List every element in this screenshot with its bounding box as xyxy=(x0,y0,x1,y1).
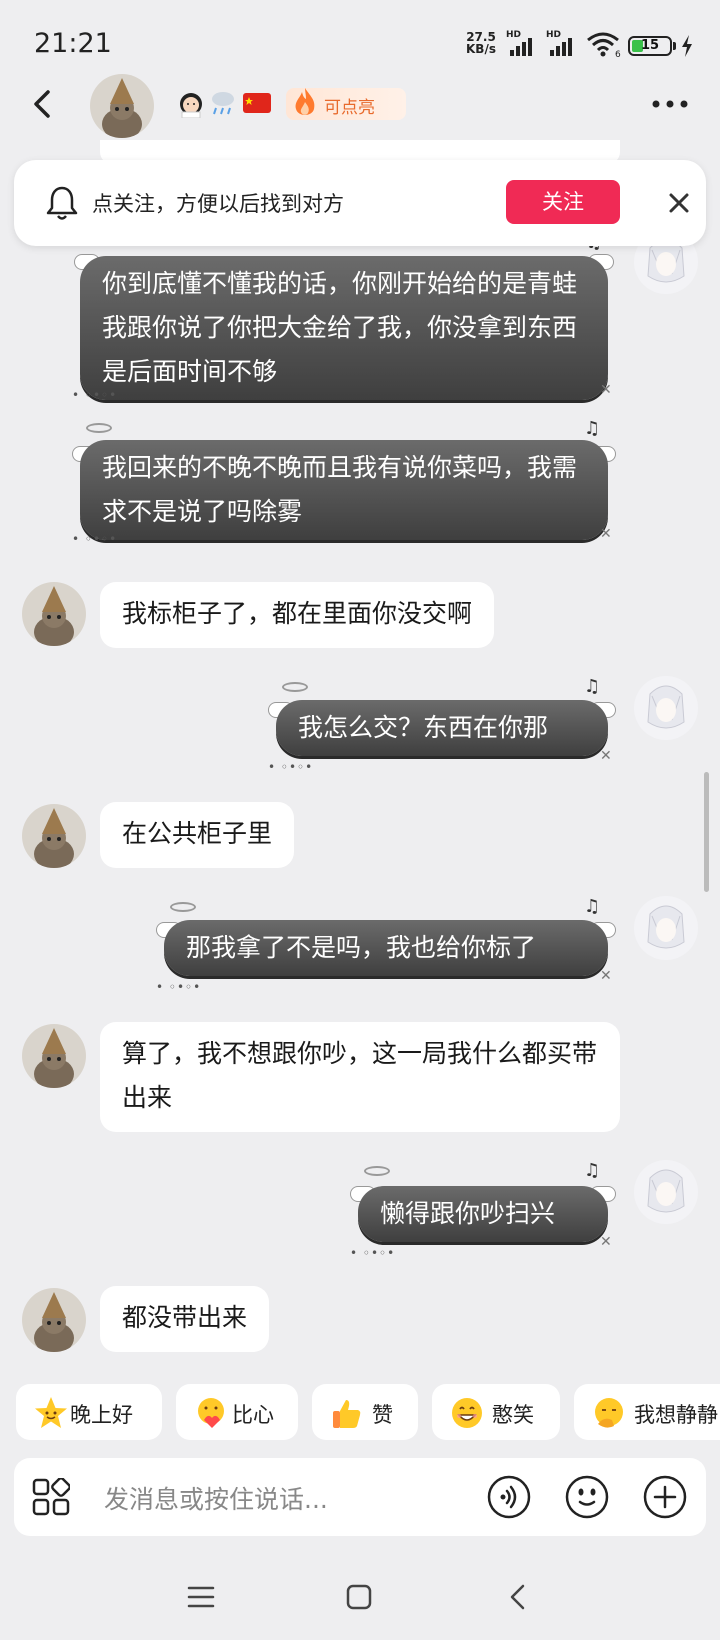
message-bubble-sent[interactable]: 那我拿了不是吗，我也给你标了 xyxy=(164,920,608,976)
back-button[interactable] xyxy=(26,86,62,122)
quick-reply-chip[interactable]: 比心 xyxy=(176,1384,298,1440)
follow-banner: 点关注，方便以后找到对方 关注 xyxy=(14,160,706,246)
plus-icon[interactable] xyxy=(642,1474,688,1520)
woman-icon xyxy=(180,93,202,118)
quick-reply-label: 憨笑 xyxy=(492,1403,534,1427)
voice-icon[interactable] xyxy=(486,1474,532,1520)
contact-avatar[interactable] xyxy=(90,74,154,138)
network-speed-unit: KB/s xyxy=(466,42,496,56)
status-bar: 21:21 27.5 KB/s HD HD 6 15 xyxy=(0,0,720,80)
quick-reply-chip[interactable]: 赞 xyxy=(312,1384,418,1440)
clock: 21:21 xyxy=(34,28,112,59)
halo-icon xyxy=(282,682,308,692)
wifi-icon: 6 xyxy=(587,32,621,58)
quick-reply-chip[interactable]: 我想静静 xyxy=(574,1384,720,1440)
follow-button[interactable]: 关注 xyxy=(506,180,620,224)
wifi-badge: 6 xyxy=(615,50,621,58)
fire-badge[interactable]: 可点亮 xyxy=(286,88,406,120)
halo-icon xyxy=(170,902,196,912)
message-input-bar: 发消息或按住说话... xyxy=(14,1458,706,1536)
contact-avatar[interactable] xyxy=(22,1024,86,1088)
grin-face-icon xyxy=(452,1398,482,1428)
message-input[interactable]: 发消息或按住说话... xyxy=(104,1480,328,1516)
more-options-icon[interactable] xyxy=(650,96,690,112)
message-bubble-sent[interactable]: 懒得跟你吵扫兴 xyxy=(358,1186,608,1242)
message-bubble-sent[interactable]: 我回来的不晚不晚而且我有说你菜吗，我需求不是说了吗除雾 xyxy=(80,440,608,540)
message-bubble-received[interactable]: 都没带出来 xyxy=(100,1286,270,1352)
message-bubble-received[interactable]: 我标柜子了，都在里面你没交啊 xyxy=(100,582,495,648)
halo-icon xyxy=(86,423,112,433)
my-avatar[interactable] xyxy=(634,676,698,740)
battery-level: 15 xyxy=(640,38,660,53)
fire-icon xyxy=(295,88,315,115)
music-note-icon: ♫ xyxy=(584,418,601,439)
thumbs-up-icon xyxy=(333,1400,361,1428)
thinking-face-icon xyxy=(595,1398,623,1428)
emoji-icon[interactable] xyxy=(564,1474,610,1520)
cell-signal-icon: HD xyxy=(506,30,542,58)
message-bubble-received[interactable]: 在公共柜子里 xyxy=(100,802,295,868)
message-bubble-received[interactable]: 算了，我不想跟你吵，这一局我什么都买带出来 xyxy=(100,1022,620,1132)
menu-icon[interactable] xyxy=(184,1580,218,1614)
rain-cloud-icon xyxy=(212,92,234,115)
scrollbar[interactable] xyxy=(704,772,709,892)
apps-grid-icon[interactable] xyxy=(32,1478,70,1516)
music-note-icon: ♫ xyxy=(584,1160,601,1181)
cell-signal-icon: HD xyxy=(546,30,582,58)
quick-reply-chip[interactable]: 晚上好 xyxy=(16,1384,162,1440)
contact-avatar[interactable] xyxy=(22,582,86,646)
message-bubble-sent[interactable]: 你到底懂不懂我的话，你刚开始给的是青蛙我跟你说了你把大金给了我，你没拿到东西是后… xyxy=(80,256,608,400)
quick-reply-chip[interactable]: 憨笑 xyxy=(432,1384,560,1440)
quick-reply-label: 比心 xyxy=(232,1403,274,1427)
contact-avatar[interactable] xyxy=(22,1288,86,1352)
follow-banner-text: 点关注，方便以后找到对方 xyxy=(92,192,344,216)
music-note-icon: ♫ xyxy=(584,676,601,697)
bell-icon xyxy=(46,186,78,220)
music-note-icon: ♫ xyxy=(584,896,601,917)
fire-badge-label: 可点亮 xyxy=(324,98,375,118)
quick-reply-label: 赞 xyxy=(372,1403,393,1427)
my-avatar[interactable] xyxy=(634,1160,698,1224)
network-speed: 27.5 KB/s xyxy=(466,31,496,55)
star-face-icon xyxy=(35,1397,67,1428)
home-icon[interactable] xyxy=(342,1580,376,1614)
heart-hands-icon xyxy=(198,1398,224,1428)
halo-icon xyxy=(364,1166,390,1176)
china-flag-icon xyxy=(243,93,271,113)
battery-icon: 15 xyxy=(628,36,672,56)
quick-reply-label: 晚上好 xyxy=(70,1403,133,1427)
message-bubble-sent[interactable]: 我怎么交？东西在你那 xyxy=(276,700,608,756)
close-icon[interactable] xyxy=(664,188,694,218)
back-nav-icon[interactable] xyxy=(502,1580,536,1614)
my-avatar[interactable] xyxy=(634,896,698,960)
contact-avatar[interactable] xyxy=(22,804,86,868)
charging-icon xyxy=(682,35,692,57)
quick-reply-label: 我想静静 xyxy=(634,1403,718,1427)
